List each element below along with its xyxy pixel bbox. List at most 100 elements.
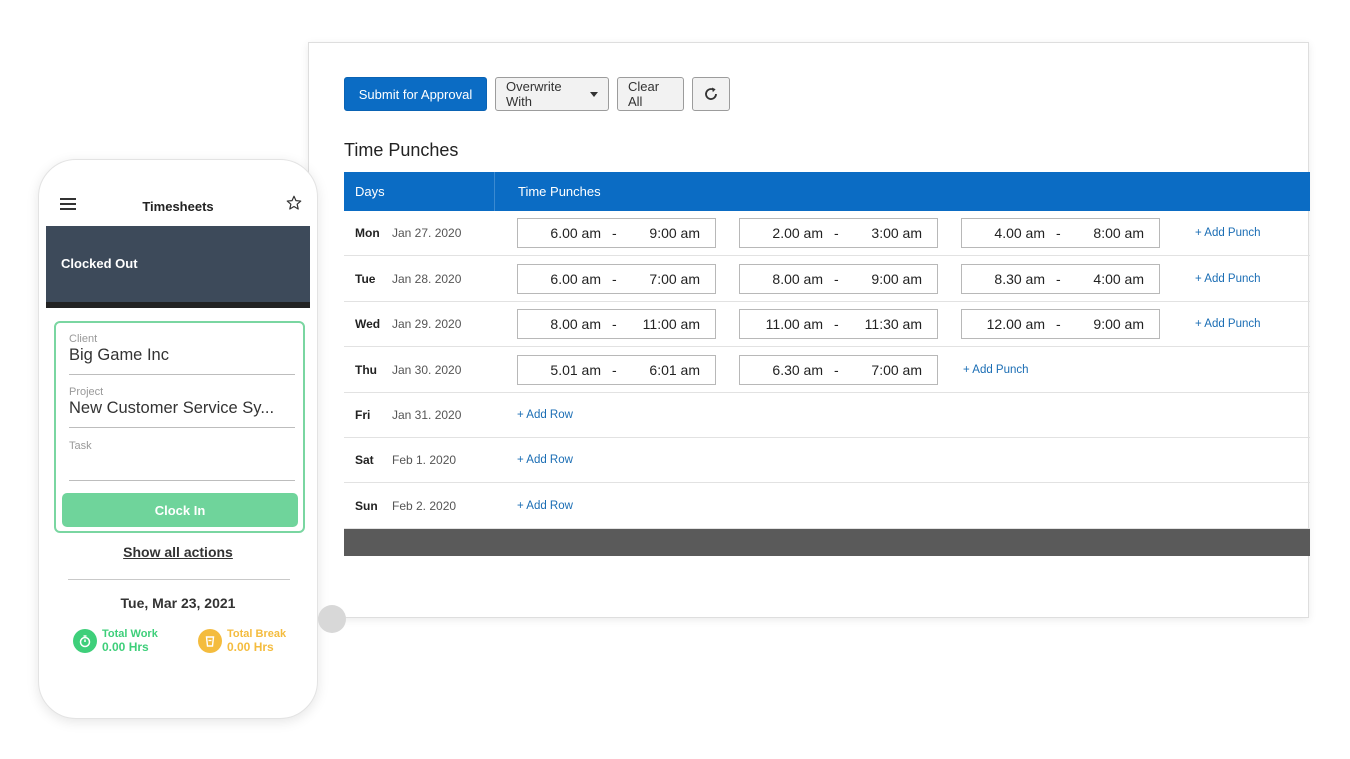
punch-out-time: 9:00 am [871, 270, 922, 287]
overwrite-with-label: Overwrite With [506, 79, 562, 109]
time-punch-field[interactable]: 6.30 am - 7:00 am [739, 354, 938, 385]
date-label: Jan 31. 2020 [392, 408, 462, 422]
table-row: Tue Jan 28. 2020 6.00 am -7:00 am 8.00 am -9:… [344, 256, 1310, 302]
clear-all-button[interactable]: Clear All [617, 77, 684, 111]
total-break-stat: Total Break 0.00 Hrs [198, 628, 286, 654]
punch-out-time: 7:00 am [649, 270, 700, 287]
time-punch-field[interactable]: 12.00 am - 9:00 am [961, 309, 1160, 339]
add-punch-link[interactable]: + Add Punch [1195, 227, 1261, 239]
add-punch-link[interactable]: + Add Punch [963, 364, 1029, 376]
clock-status-banner: Clocked Out [46, 226, 310, 308]
project-label: Project [69, 386, 104, 398]
day-label: Tue [355, 271, 376, 286]
add-row-link[interactable]: + Add Row [517, 409, 573, 421]
time-punch-field[interactable]: 8.30 am - 4:00 am [961, 263, 1160, 294]
punch-in-time: 8.00 am [550, 316, 601, 332]
add-punch-link[interactable]: + Add Punch [1195, 318, 1261, 330]
total-break-value: 0.00 Hrs [227, 640, 274, 654]
punch-in-time: 5.01 am [550, 361, 601, 378]
time-punch-field[interactable]: 2.00 am - 3:00 am [739, 218, 938, 248]
clock-in-form: Client Big Game Inc Project New Customer… [54, 321, 305, 533]
project-value: New Customer Service Sy... [69, 399, 275, 417]
add-row-link[interactable]: + Add Row [517, 454, 573, 466]
comparison-slider-handle[interactable] [318, 605, 346, 633]
punch-out-time: 8:00 am [1093, 225, 1144, 241]
punch-out-time: 11:30 am [864, 316, 922, 332]
punch-separator: - [834, 361, 839, 378]
table-row: Fri Jan 31. 2020 + Add Row [344, 393, 1310, 438]
current-date: Tue, Mar 23, 2021 [120, 595, 236, 611]
time-punch-field[interactable]: 8.00 am - 11:00 am [517, 309, 716, 339]
punch-separator: - [612, 361, 617, 378]
punch-separator: - [834, 225, 839, 241]
time-punch-field[interactable]: 5.01 am - 6:01 am [517, 354, 716, 385]
header-days: Days [344, 172, 495, 211]
punch-separator: - [834, 270, 839, 287]
toolbar: Submit for Approval Overwrite With Clear… [344, 77, 730, 113]
task-label: Task [69, 440, 92, 452]
refresh-icon [705, 87, 717, 100]
time-punch-field[interactable]: 8.00 am - 9:00 am [739, 263, 938, 294]
divider [68, 579, 290, 580]
timesheet-panel: Submit for Approval Overwrite With Clear… [308, 42, 1310, 618]
table-row: Sat Feb 1. 2020 + Add Row [344, 438, 1310, 483]
date-label: Jan 27. 2020 [392, 226, 462, 240]
punch-separator: - [834, 316, 839, 332]
time-punch-field[interactable]: 11.00 am - 11:30 am [739, 309, 938, 339]
punch-separator: - [612, 316, 617, 332]
time-punch-field[interactable]: 6.00 am - 7:00 am [517, 263, 716, 294]
date-label: Jan 30. 2020 [392, 362, 462, 377]
punch-separator: - [1056, 316, 1061, 332]
project-field[interactable]: Project New Customer Service Sy... [69, 386, 295, 428]
time-punches-table: Days Time Punches Mon Jan 27. 2020 6.00 am… [344, 172, 1310, 556]
coffee-cup-icon [198, 629, 222, 653]
client-field[interactable]: Client Big Game Inc [69, 333, 295, 375]
task-field[interactable]: Task [69, 440, 295, 481]
add-row-link[interactable]: + Add Row [517, 500, 573, 512]
table-row: Mon Jan 27. 2020 6.00 am -9:00 am 2.00 am -3:… [344, 211, 1310, 256]
submit-for-approval-button[interactable]: Submit for Approval [344, 77, 487, 111]
client-label: Client [69, 333, 98, 345]
punch-in-time: 6.30 am [772, 361, 823, 378]
total-work-stat: Total Work 0.00 Hrs [73, 628, 158, 654]
overwrite-with-dropdown[interactable]: Overwrite With [495, 77, 609, 111]
time-punch-field[interactable]: 4.00 am - 8:00 am [961, 218, 1160, 248]
client-value: Big Game Inc [69, 346, 169, 364]
header-time-punches: Time Punches [518, 184, 601, 199]
punch-in-time: 6.00 am [550, 225, 601, 241]
punch-in-time: 12.00 am [986, 316, 1045, 332]
time-punch-field[interactable]: 6.00 am - 9:00 am [517, 218, 716, 248]
caret-down-icon [590, 91, 598, 97]
punch-out-time: 4:00 am [1093, 270, 1144, 287]
punch-out-time: 6:01 am [649, 361, 700, 378]
clock-in-button[interactable]: Clock In [62, 493, 298, 527]
table-body: Mon Jan 27. 2020 6.00 am -9:00 am 2.00 am -3:… [344, 211, 1310, 529]
punch-in-time: 6.00 am [550, 270, 601, 287]
punch-separator: - [612, 270, 617, 287]
date-label: Jan 29. 2020 [392, 317, 462, 331]
punch-in-time: 11.00 am [765, 316, 823, 332]
add-punch-link[interactable]: + Add Punch [1195, 273, 1261, 285]
punch-out-time: 7:00 am [871, 361, 922, 378]
punch-out-time: 3:00 am [871, 225, 922, 241]
table-footer-bar [344, 529, 1310, 556]
star-icon[interactable] [285, 194, 303, 212]
phone-title: Timesheets [142, 199, 214, 214]
punch-in-time: 2.00 am [772, 225, 823, 241]
refresh-button[interactable] [692, 77, 730, 111]
show-all-actions-link[interactable]: Show all actions [39, 544, 317, 560]
table-row: Thu Jan 30. 2020 5.01 am -6:01 am 6.30 am -7:… [344, 347, 1310, 393]
day-label: Mon [355, 226, 380, 240]
stopwatch-icon [73, 629, 97, 653]
punch-in-time: 4.00 am [994, 225, 1045, 241]
phone-mockup: Timesheets Clocked Out Client Big Game I… [38, 159, 318, 719]
day-label: Fri [355, 408, 371, 422]
punch-out-time: 11:00 am [642, 316, 700, 332]
date-label: Feb 2. 2020 [392, 498, 457, 513]
punch-out-time: 9:00 am [649, 225, 700, 241]
day-label: Thu [355, 362, 377, 377]
punch-separator: - [1056, 225, 1061, 241]
phone-header: Timesheets [39, 190, 317, 224]
table-header: Days Time Punches [344, 172, 1310, 211]
day-label: Sun [355, 498, 378, 513]
